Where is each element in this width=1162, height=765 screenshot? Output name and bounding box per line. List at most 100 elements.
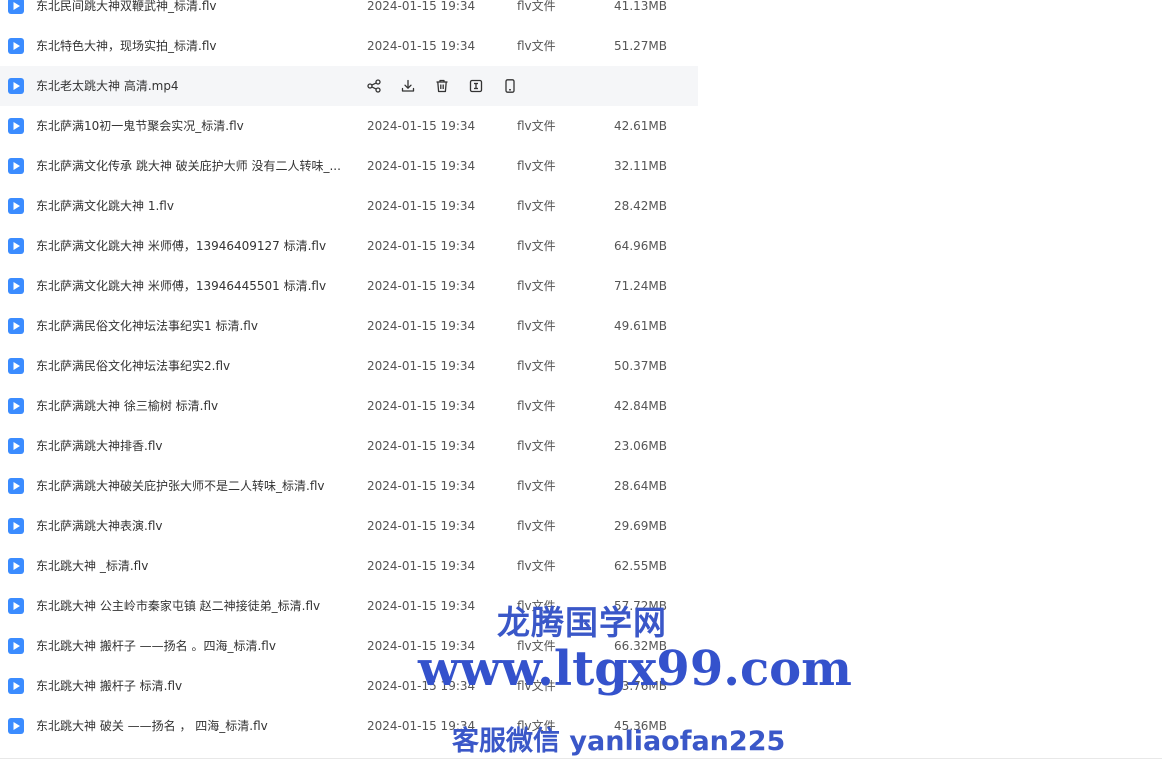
file-size: 51.27MB [614, 39, 667, 53]
file-list: 东北民间跳大神双鞭武神_标清.flv 2024-01-15 19:34 flv文件 4… [0, 0, 698, 746]
file-name[interactable]: 东北老太跳大神 高清.mp4 [36, 78, 346, 94]
file-type: flv文件 [517, 279, 556, 293]
file-type: flv文件 [517, 639, 556, 653]
file-name[interactable]: 东北跳大神 _标清.flv [36, 558, 346, 574]
file-size: 29.69MB [614, 519, 667, 533]
file-size: 71.24MB [614, 279, 667, 293]
file-row[interactable]: 东北萨满文化传承 跳大神 破关庇护大师 没有二人转味_... 2024-01-15… [0, 146, 698, 186]
file-date: 2024-01-15 19:34 [367, 679, 476, 693]
file-size: 50.37MB [614, 359, 667, 373]
file-date: 2024-01-15 19:34 [367, 719, 476, 733]
file-row[interactable]: 东北萨满文化跳大神 米师傅，13946445501 标清.flv 2024-01-… [0, 266, 698, 306]
file-row[interactable]: 东北萨满10初一鬼节聚会实况_标清.flv 2024-01-15 19:34 flv… [0, 106, 698, 146]
list-bottom-divider [0, 758, 1162, 759]
file-name[interactable]: 东北萨满文化跳大神 米师傅，13946445501 标清.flv [36, 278, 346, 294]
file-size: 41.13MB [614, 0, 667, 13]
file-name[interactable]: 东北跳大神 破关 ——扬名 ， 四海_标清.flv [36, 718, 346, 734]
file-size: 64.96MB [614, 239, 667, 253]
file-row[interactable]: 东北萨满民俗文化神坛法事纪实1 标清.flv 2024-01-15 19:34 fl… [0, 306, 698, 346]
file-row[interactable]: 东北跳大神 公主岭市秦家屯镇 赵二神接徒弟_标清.flv 2024-01-15 1… [0, 586, 698, 626]
video-file-icon [8, 518, 24, 534]
file-type: flv文件 [517, 479, 556, 493]
file-type: flv文件 [517, 119, 556, 133]
video-file-icon [8, 478, 24, 494]
file-row[interactable]: 东北民间跳大神双鞭武神_标清.flv 2024-01-15 19:34 flv文件 4… [0, 0, 698, 26]
file-date: 2024-01-15 19:34 [367, 279, 476, 293]
file-row[interactable]: 东北萨满跳大神排香.flv 2024-01-15 19:34 flv文件 23.06M… [0, 426, 698, 466]
file-name[interactable]: 东北跳大神 公主岭市秦家屯镇 赵二神接徒弟_标清.flv [36, 598, 346, 614]
video-file-icon [8, 558, 24, 574]
file-size: 45.36MB [614, 719, 667, 733]
file-type: flv文件 [517, 519, 556, 533]
file-size: 28.64MB [614, 479, 667, 493]
file-name[interactable]: 东北萨满跳大神排香.flv [36, 438, 346, 454]
video-file-icon [8, 0, 24, 14]
file-type: flv文件 [517, 319, 556, 333]
file-type: flv文件 [517, 719, 556, 733]
file-row[interactable]: 东北跳大神 破关 ——扬名 ， 四海_标清.flv 2024-01-15 19:3… [0, 706, 698, 746]
file-name[interactable]: 东北萨满民俗文化神坛法事纪实2.flv [36, 358, 346, 374]
file-type: flv文件 [517, 159, 556, 173]
video-file-icon [8, 278, 24, 294]
file-size: 49.61MB [614, 319, 667, 333]
file-date: 2024-01-15 19:34 [367, 319, 476, 333]
file-row[interactable]: 东北萨满跳大神表演.flv 2024-01-15 19:34 flv文件 29.69M… [0, 506, 698, 546]
file-row[interactable]: 东北萨满文化跳大神 米师傅，13946409127 标清.flv 2024-01-… [0, 226, 698, 266]
file-name[interactable]: 东北萨满民俗文化神坛法事纪实1 标清.flv [36, 318, 346, 334]
file-name[interactable]: 东北民间跳大神双鞭武神_标清.flv [36, 0, 346, 14]
file-size: 28.42MB [614, 199, 667, 213]
file-row[interactable]: 东北萨满跳大神破关庇护张大师不是二人转味_标清.flv 2024-01-15 19… [0, 466, 698, 506]
file-row[interactable]: 东北跳大神 搬杆子 ——扬名 。四海_标清.flv 2024-01-15 19:3… [0, 626, 698, 666]
mobile-icon[interactable] [502, 78, 518, 94]
file-row[interactable]: 东北老太跳大神 高清.mp4 [0, 66, 698, 106]
trash-icon[interactable] [434, 78, 450, 94]
video-file-icon [8, 38, 24, 54]
video-file-icon [8, 78, 24, 94]
file-size: 62.55MB [614, 559, 667, 573]
rename-icon[interactable] [468, 78, 484, 94]
file-name[interactable]: 东北萨满文化跳大神 米师傅，13946409127 标清.flv [36, 238, 346, 254]
file-date: 2024-01-15 19:34 [367, 399, 476, 413]
file-size: 63.76MB [614, 679, 667, 693]
video-file-icon [8, 198, 24, 214]
file-type: flv文件 [517, 439, 556, 453]
file-name[interactable]: 东北萨满文化跳大神 1.flv [36, 198, 346, 214]
file-type: flv文件 [517, 559, 556, 573]
file-name[interactable]: 东北萨满跳大神破关庇护张大师不是二人转味_标清.flv [36, 478, 346, 494]
file-type: flv文件 [517, 39, 556, 53]
file-date: 2024-01-15 19:34 [367, 159, 476, 173]
file-name[interactable]: 东北萨满10初一鬼节聚会实况_标清.flv [36, 118, 346, 134]
share-icon[interactable] [366, 78, 382, 94]
file-name[interactable]: 东北跳大神 搬杆子 ——扬名 。四海_标清.flv [36, 638, 346, 654]
file-name[interactable]: 东北萨满跳大神表演.flv [36, 518, 346, 534]
file-date: 2024-01-15 19:34 [367, 599, 476, 613]
file-date: 2024-01-15 19:34 [367, 239, 476, 253]
file-row[interactable]: 东北特色大神，现场实拍_标清.flv 2024-01-15 19:34 flv文件 5… [0, 26, 698, 66]
download-icon[interactable] [400, 78, 416, 94]
video-file-icon [8, 158, 24, 174]
file-date: 2024-01-15 19:34 [367, 119, 476, 133]
file-row[interactable]: 东北萨满文化跳大神 1.flv 2024-01-15 19:34 flv文件 28.4… [0, 186, 698, 226]
file-size: 32.11MB [614, 159, 667, 173]
file-date: 2024-01-15 19:34 [367, 479, 476, 493]
file-row[interactable]: 东北跳大神 搬杆子 标清.flv 2024-01-15 19:34 flv文件 63.… [0, 666, 698, 706]
video-file-icon [8, 398, 24, 414]
video-file-icon [8, 118, 24, 134]
file-row[interactable]: 东北跳大神 _标清.flv 2024-01-15 19:34 flv文件 62.55M… [0, 546, 698, 586]
file-type: flv文件 [517, 679, 556, 693]
file-name[interactable]: 东北萨满文化传承 跳大神 破关庇护大师 没有二人转味_... [36, 158, 346, 174]
file-row[interactable]: 东北萨满民俗文化神坛法事纪实2.flv 2024-01-15 19:34 flv文件… [0, 346, 698, 386]
file-date: 2024-01-15 19:34 [367, 519, 476, 533]
file-date: 2024-01-15 19:34 [367, 439, 476, 453]
file-name[interactable]: 东北萨满跳大神 徐三榆树 标清.flv [36, 398, 346, 414]
file-row[interactable]: 东北萨满跳大神 徐三榆树 标清.flv 2024-01-15 19:34 flv文件… [0, 386, 698, 426]
file-name[interactable]: 东北跳大神 搬杆子 标清.flv [36, 678, 346, 694]
file-size: 23.06MB [614, 439, 667, 453]
video-file-icon [8, 238, 24, 254]
video-file-icon [8, 318, 24, 334]
file-name[interactable]: 东北特色大神，现场实拍_标清.flv [36, 38, 346, 54]
video-file-icon [8, 718, 24, 734]
file-date: 2024-01-15 19:34 [367, 359, 476, 373]
file-date: 2024-01-15 19:34 [367, 199, 476, 213]
file-type: flv文件 [517, 599, 556, 613]
